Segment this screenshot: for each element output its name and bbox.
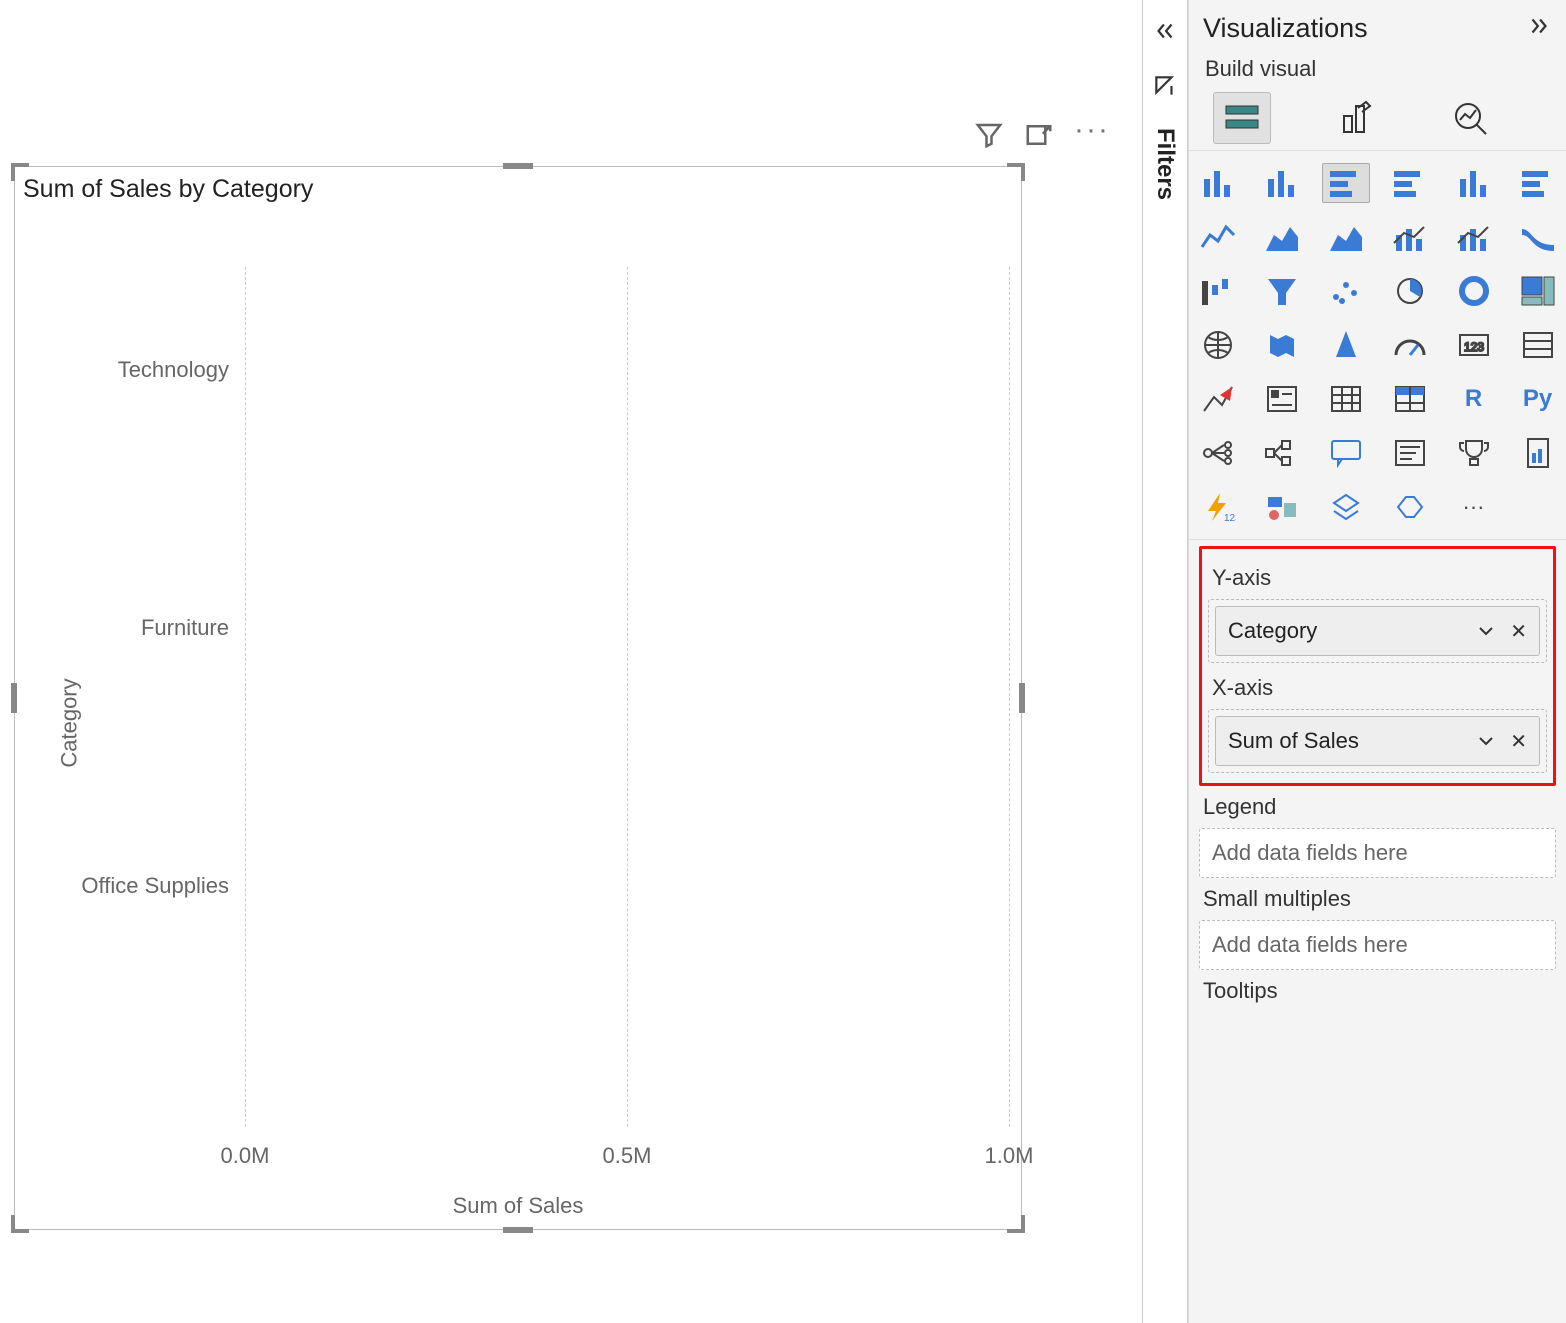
- viz-type-filled-map[interactable]: [1258, 325, 1306, 365]
- well-label-legend: Legend: [1203, 794, 1552, 820]
- filters-pane-collapsed[interactable]: Filters: [1142, 0, 1188, 1323]
- category-label: Office Supplies: [81, 873, 229, 899]
- well-y-axis-field[interactable]: Category ✕: [1215, 606, 1540, 656]
- chevron-down-icon[interactable]: [1476, 621, 1496, 641]
- mode-build[interactable]: [1213, 92, 1271, 144]
- viz-type-multi-row-card[interactable]: [1514, 325, 1562, 365]
- viz-type-py[interactable]: Py: [1514, 379, 1562, 419]
- viz-type-line-clustered[interactable]: [1386, 217, 1434, 257]
- well-label-small-multiples: Small multiples: [1203, 886, 1552, 912]
- expand-chevrons-icon[interactable]: [1526, 13, 1552, 44]
- viz-type-stacked-area[interactable]: [1322, 217, 1370, 257]
- viz-type-funnel[interactable]: [1258, 271, 1306, 311]
- well-x-axis-field[interactable]: Sum of Sales ✕: [1215, 716, 1540, 766]
- filters-label: Filters: [1151, 128, 1179, 200]
- visual-header: ···: [974, 120, 1110, 155]
- bookmark-icon[interactable]: [1152, 73, 1178, 104]
- viz-type-r[interactable]: R: [1450, 379, 1498, 419]
- viz-type-azure-map[interactable]: [1322, 325, 1370, 365]
- viz-type-trophy[interactable]: [1450, 433, 1498, 473]
- well-label-y-axis: Y-axis: [1212, 565, 1543, 591]
- viz-type-kpi[interactable]: [1194, 379, 1242, 419]
- well-legend-placeholder[interactable]: Add data fields here: [1199, 828, 1556, 878]
- well-field-name: Sum of Sales: [1228, 728, 1359, 754]
- viz-type-stacked-bar-h[interactable]: [1322, 163, 1370, 203]
- viz-type-area[interactable]: [1258, 217, 1306, 257]
- viz-type-matrix[interactable]: [1386, 379, 1434, 419]
- mode-tabs: [1189, 82, 1566, 150]
- focus-mode-icon[interactable]: [1024, 120, 1054, 155]
- viz-type-paginated[interactable]: [1514, 433, 1562, 473]
- viz-type-slicer[interactable]: [1258, 379, 1306, 419]
- viz-type-shape-map[interactable]: [1258, 487, 1306, 527]
- funnel-filter-icon[interactable]: [974, 120, 1004, 155]
- category-label: Technology: [118, 357, 229, 383]
- viz-type-stacked-bar[interactable]: [1194, 163, 1242, 203]
- viz-type-power-automate[interactable]: 123: [1194, 487, 1242, 527]
- chart-visual[interactable]: Sum of Sales by Category Category Sum of…: [14, 166, 1022, 1230]
- viz-type-line-stacked[interactable]: [1450, 217, 1498, 257]
- pane-subtitle: Build visual: [1189, 56, 1566, 82]
- report-canvas[interactable]: ··· Sum of Sales by Category Category Su…: [0, 0, 1142, 1323]
- y-axis-label: Category: [57, 678, 83, 767]
- axis-wells-highlight: Y-axis Category ✕ X-axis Sum of Sales: [1199, 546, 1556, 786]
- viz-gallery: 123 R Py 123 ···: [1189, 150, 1566, 540]
- x-tick: 1.0M: [985, 1143, 1034, 1169]
- viz-type-ribbon[interactable]: [1514, 217, 1562, 257]
- x-tick: 0.5M: [603, 1143, 652, 1169]
- svg-text:123: 123: [1224, 513, 1236, 523]
- field-wells: Y-axis Category ✕ X-axis Sum of Sales: [1189, 540, 1566, 1028]
- viz-type-map[interactable]: [1194, 325, 1242, 365]
- chevron-down-icon[interactable]: [1476, 731, 1496, 751]
- viz-type-qna[interactable]: [1322, 433, 1370, 473]
- remove-field-icon[interactable]: ✕: [1510, 619, 1527, 644]
- viz-type-decomposition[interactable]: [1258, 433, 1306, 473]
- well-small-multiples-placeholder[interactable]: Add data fields here: [1199, 920, 1556, 970]
- viz-type-donut[interactable]: [1450, 271, 1498, 311]
- category-label: Furniture: [141, 615, 229, 641]
- x-axis-label: Sum of Sales: [453, 1193, 584, 1219]
- viz-type-stacked-100-bar[interactable]: [1450, 163, 1498, 203]
- mode-analytics[interactable]: [1441, 92, 1499, 144]
- chart-plot: Category Sum of Sales 0.0M0.5M1.0MTechno…: [15, 227, 1021, 1219]
- more-options-icon[interactable]: ···: [1074, 120, 1110, 155]
- viz-type-key-influencers[interactable]: [1194, 433, 1242, 473]
- mode-format[interactable]: [1327, 92, 1385, 144]
- viz-type-smart-narrative[interactable]: [1386, 433, 1434, 473]
- viz-type-clustered-bar-h[interactable]: [1386, 163, 1434, 203]
- viz-type-app-source[interactable]: [1322, 487, 1370, 527]
- chart-title: Sum of Sales by Category: [23, 175, 1021, 204]
- well-label-tooltips: Tooltips: [1203, 978, 1552, 1004]
- x-tick: 0.0M: [221, 1143, 270, 1169]
- viz-type-card[interactable]: 123: [1450, 325, 1498, 365]
- remove-field-icon[interactable]: ✕: [1510, 729, 1527, 754]
- well-field-name: Category: [1228, 618, 1317, 644]
- viz-type-ellipsis[interactable]: ···: [1450, 487, 1498, 527]
- viz-type-table[interactable]: [1322, 379, 1370, 419]
- viz-type-stacked-100-bar-h[interactable]: [1514, 163, 1562, 203]
- viz-type-pie[interactable]: [1386, 271, 1434, 311]
- svg-text:123: 123: [1463, 340, 1483, 354]
- viz-type-treemap[interactable]: [1514, 271, 1562, 311]
- viz-type-clustered-bar[interactable]: [1258, 163, 1306, 203]
- pane-title: Visualizations: [1203, 13, 1368, 44]
- viz-type-scatter[interactable]: [1322, 271, 1370, 311]
- viz-type-line[interactable]: [1194, 217, 1242, 257]
- viz-type-more[interactable]: [1386, 487, 1434, 527]
- viz-type-gauge[interactable]: [1386, 325, 1434, 365]
- viz-type-waterfall[interactable]: [1194, 271, 1242, 311]
- collapse-chevrons-icon[interactable]: [1152, 18, 1178, 49]
- well-label-x-axis: X-axis: [1212, 675, 1543, 701]
- visualizations-pane: Visualizations Build visual 123 R Py 123 ···…: [1188, 0, 1566, 1323]
